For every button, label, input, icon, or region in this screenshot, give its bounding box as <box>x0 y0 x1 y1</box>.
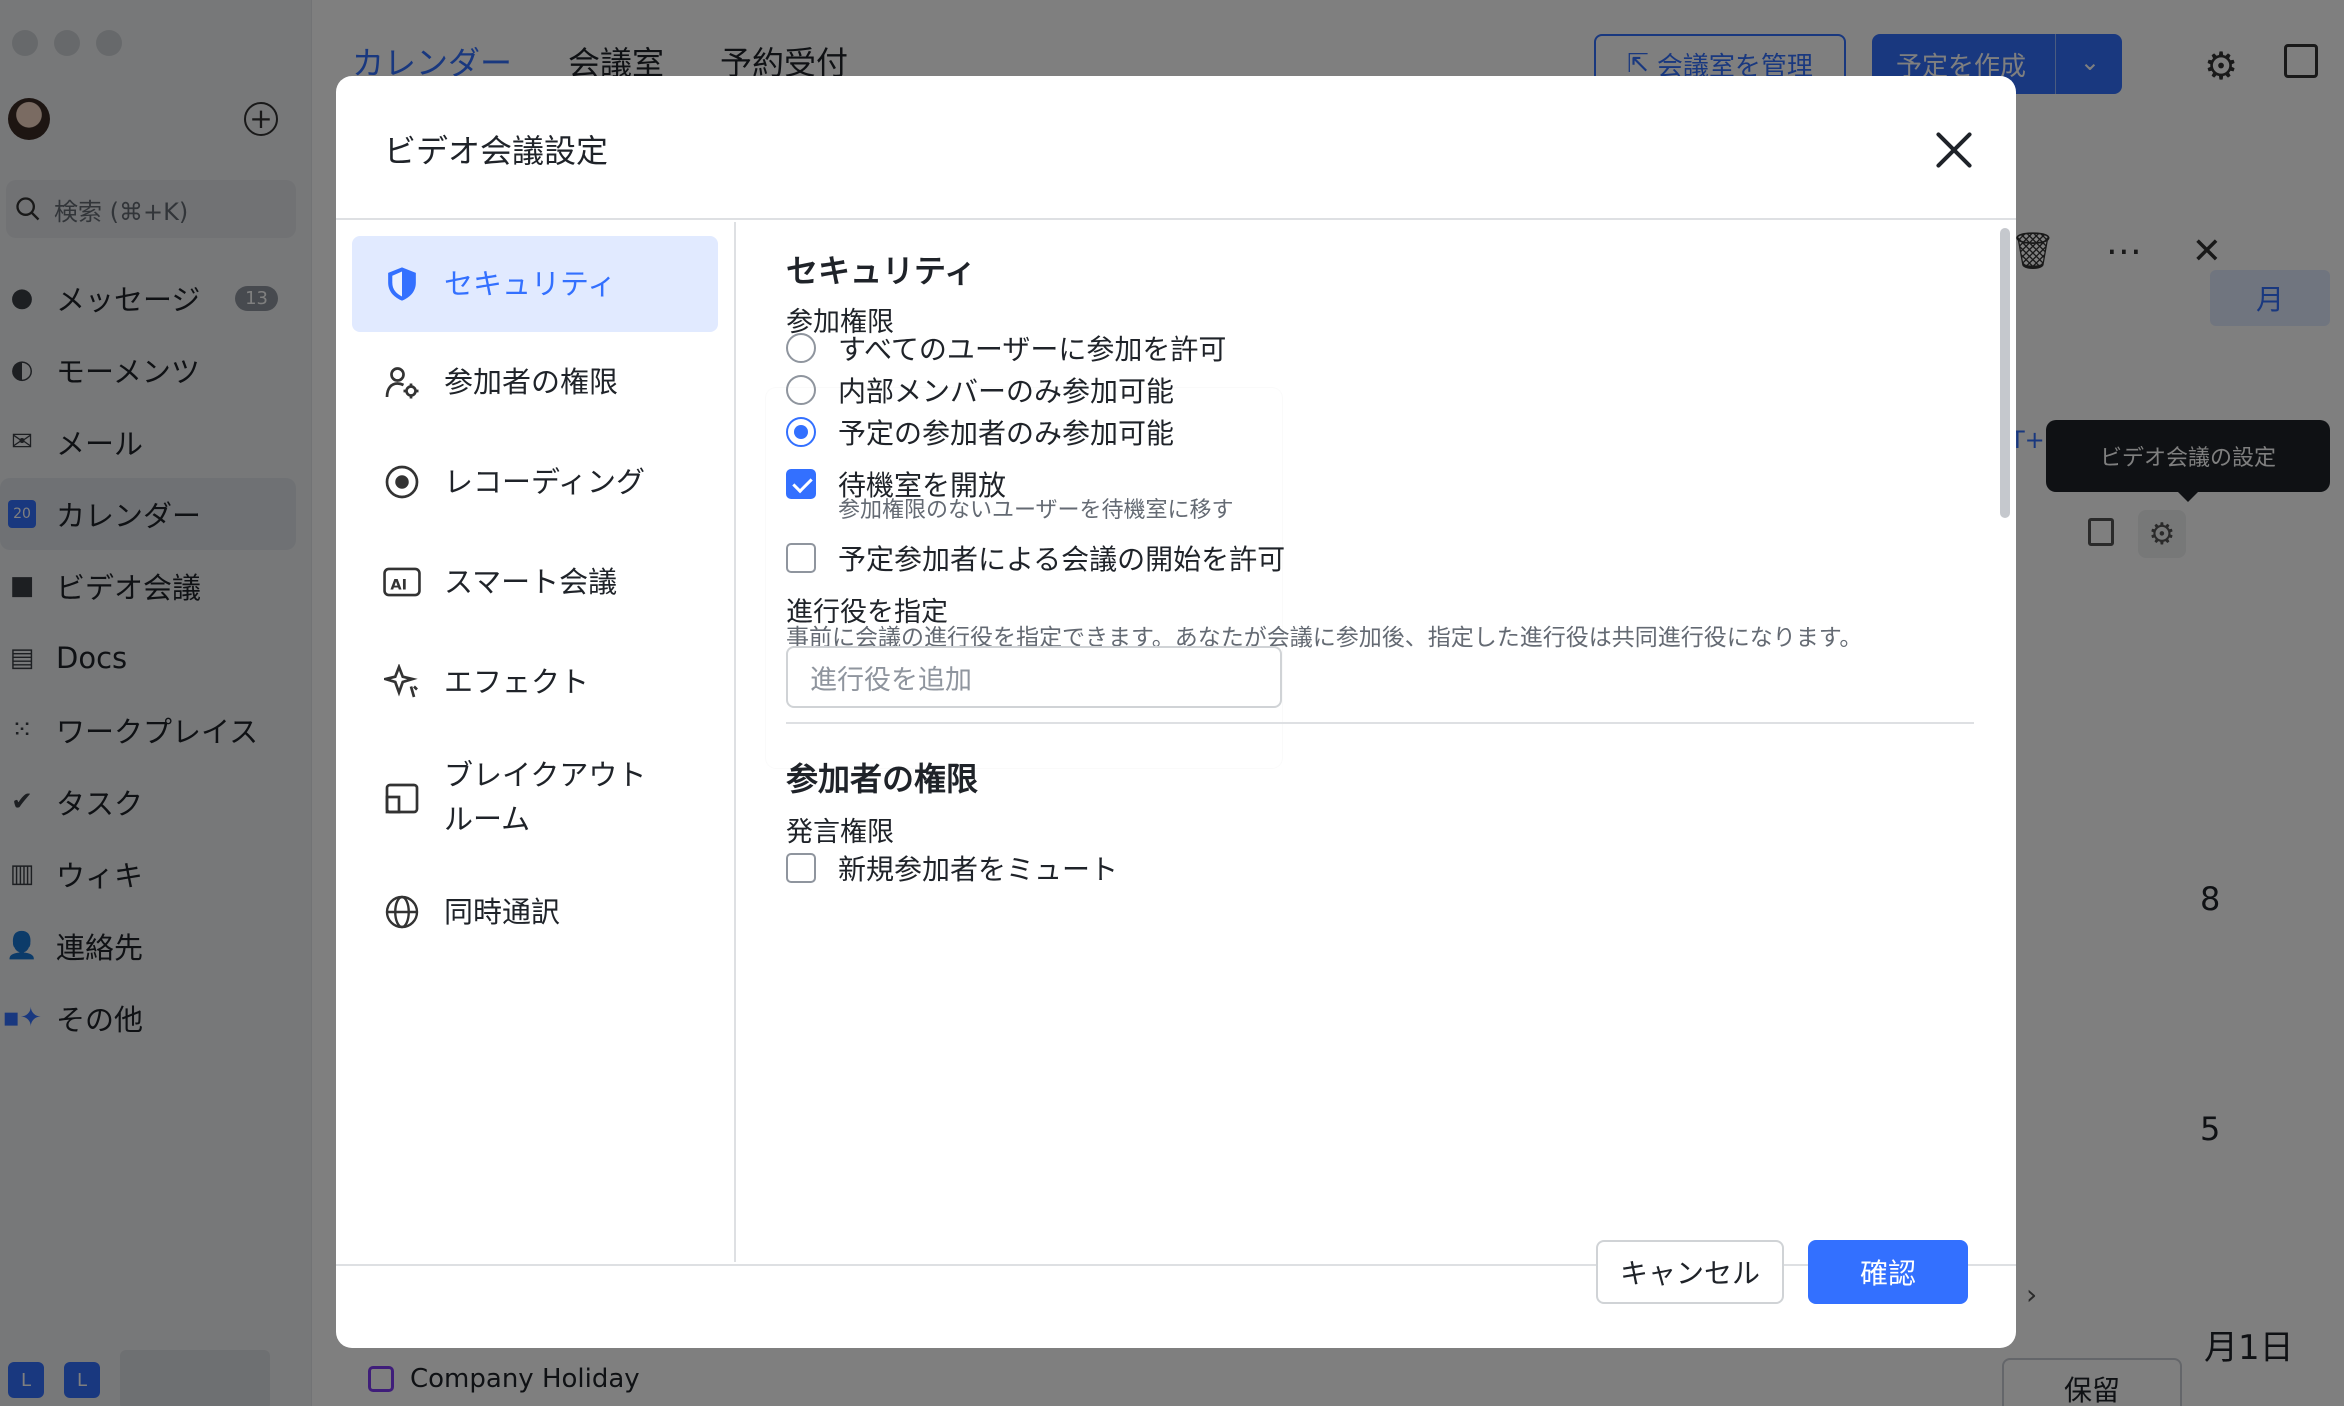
user-settings-icon <box>382 362 422 402</box>
nav-item-smart-meeting[interactable]: AI スマート会議 <box>352 532 718 632</box>
speak-permission-label: 発言権限 <box>786 817 894 848</box>
checkbox-checked[interactable] <box>786 469 816 499</box>
video-settings-modal: ビデオ会議設定 セキュリティ 参加者の権限 レコーディング AI スマート会議 … <box>336 76 2016 1348</box>
settings-nav: セキュリティ 参加者の権限 レコーディング AI スマート会議 エフェクト ブレ… <box>336 222 736 1262</box>
globe-icon <box>382 892 422 932</box>
shield-icon <box>382 264 422 304</box>
section-title-security: セキュリティ <box>786 252 977 290</box>
section-divider <box>786 722 1974 724</box>
mute-new-participants-option[interactable]: 新規参加者をミュート <box>786 848 1118 888</box>
breakout-icon <box>382 777 422 817</box>
radio-button[interactable] <box>786 333 816 363</box>
nav-item-interpretation[interactable]: 同時通訳 <box>352 862 718 962</box>
option-label: 予定の参加者のみ参加可能 <box>838 417 1175 450</box>
radio-button-selected[interactable] <box>786 417 816 447</box>
nav-item-security[interactable]: セキュリティ <box>352 236 718 332</box>
allow-start-option[interactable]: 予定参加者による会議の開始を許可 <box>786 538 1285 578</box>
close-icon[interactable] <box>1930 126 1978 174</box>
svg-text:AI: AI <box>390 577 407 593</box>
option-label: すべてのユーザーに参加を許可 <box>838 333 1227 366</box>
scrollbar-thumb[interactable] <box>2000 228 2010 518</box>
nav-label: スマート会議 <box>444 565 618 599</box>
cancel-button[interactable]: キャンセル <box>1596 1240 1784 1304</box>
nav-item-breakout-rooms[interactable]: ブレイクアウトルーム <box>352 732 718 862</box>
join-option-internal[interactable]: 内部メンバーのみ参加可能 <box>786 370 1174 410</box>
radio-button[interactable] <box>786 375 816 405</box>
confirm-button[interactable]: 確認 <box>1808 1240 1968 1304</box>
option-label: 内部メンバーのみ参加可能 <box>838 375 1175 408</box>
sparkle-icon <box>382 662 422 702</box>
host-input[interactable]: 進行役を追加 <box>786 646 1282 708</box>
nav-label: 参加者の権限 <box>444 365 619 399</box>
checkbox[interactable] <box>786 853 816 883</box>
join-option-all[interactable]: すべてのユーザーに参加を許可 <box>786 328 1226 368</box>
checkbox[interactable] <box>786 543 816 573</box>
ai-icon: AI <box>382 562 422 602</box>
nav-label: セキュリティ <box>444 267 617 301</box>
nav-label: エフェクト <box>444 665 590 699</box>
nav-label: 同時通訳 <box>444 895 561 929</box>
nav-item-effects[interactable]: エフェクト <box>352 632 718 732</box>
nav-item-recording[interactable]: レコーディング <box>352 432 718 532</box>
settings-content[interactable]: セキュリティ 参加権限 すべてのユーザーに参加を許可 内部メンバーのみ参加可能 … <box>738 222 2016 1262</box>
option-label: 新規参加者をミュート <box>838 853 1119 886</box>
modal-header: ビデオ会議設定 <box>336 76 2016 220</box>
nav-label: レコーディング <box>444 465 645 499</box>
record-icon <box>382 462 422 502</box>
option-label: 予定参加者による会議の開始を許可 <box>838 543 1286 576</box>
nav-label: ブレイクアウトルーム <box>444 758 647 836</box>
modal-title: ビデオ会議設定 <box>384 132 609 170</box>
nav-item-participant-permissions[interactable]: 参加者の権限 <box>352 332 718 432</box>
waiting-room-description: 参加権限のないユーザーを待機室に移す <box>838 498 1234 523</box>
join-option-invited[interactable]: 予定の参加者のみ参加可能 <box>786 412 1174 452</box>
section-title-participant-permissions: 参加者の権限 <box>786 760 979 798</box>
